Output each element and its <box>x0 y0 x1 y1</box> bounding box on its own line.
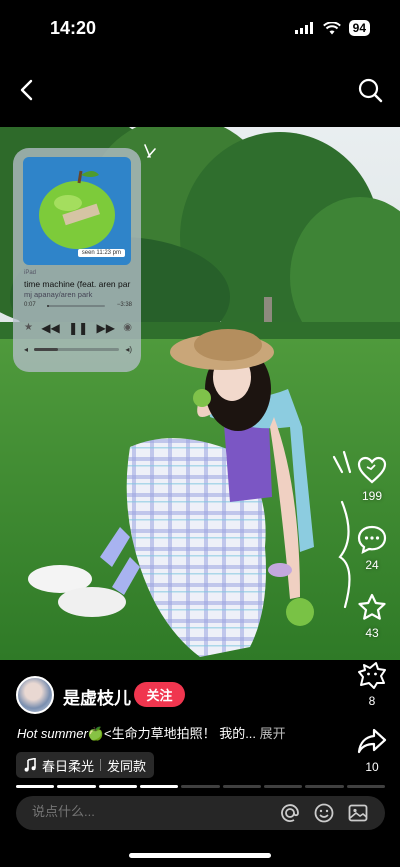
time-remaining: −3:38 <box>116 302 132 308</box>
use-same-template[interactable]: 发同款 <box>107 756 146 775</box>
rewind-icon[interactable]: ◀◀ <box>41 320 59 336</box>
author-avatar[interactable] <box>16 676 54 714</box>
sticker-icon[interactable] <box>356 660 388 690</box>
collect-count: 8 <box>368 694 376 708</box>
follow-button[interactable]: 关注 <box>134 682 185 707</box>
volume-low-icon: ◂ <box>24 345 29 354</box>
track-progress-bar[interactable] <box>47 305 105 307</box>
expand-link[interactable]: 展开 <box>260 726 286 741</box>
star-outline-icon[interactable] <box>356 592 388 622</box>
status-bar: 14:20 94 <box>0 0 400 56</box>
volume-track[interactable] <box>34 348 120 351</box>
page-dot <box>263 785 303 788</box>
page-dot <box>57 785 96 788</box>
author-name[interactable]: 是虚枝儿 <box>63 684 131 709</box>
share-count: 10 <box>365 760 379 774</box>
page-dot <box>181 785 220 788</box>
page-dot <box>139 785 179 788</box>
track-title: time machine (feat. aren par <box>24 279 131 289</box>
wifi-icon <box>322 21 341 34</box>
share-arrow-icon[interactable] <box>356 726 388 756</box>
star-icon[interactable]: ★ <box>24 320 33 336</box>
volume-fill <box>34 348 58 351</box>
time-elapsed: 0:07 <box>24 302 36 308</box>
mention-icon[interactable] <box>279 802 301 824</box>
top-nav <box>0 70 400 110</box>
emoji-icon[interactable] <box>313 802 335 824</box>
search-icon[interactable] <box>356 76 384 104</box>
like-count: 199 <box>361 489 383 503</box>
fast-forward-icon[interactable]: ▶▶ <box>96 320 114 336</box>
comment-action[interactable]: 24 <box>352 524 392 572</box>
comment-icon[interactable] <box>356 524 388 554</box>
heart-icon[interactable] <box>356 455 388 485</box>
like-action[interactable]: 199 <box>352 455 392 503</box>
album-art: seen 11:23 pm <box>23 157 131 265</box>
share-action[interactable]: 10 <box>352 726 392 774</box>
signal-icon <box>294 22 313 34</box>
post-caption[interactable]: Hot summer🍏<生命力草地拍照！ 我的... 展开 <box>17 723 337 742</box>
page-dot <box>305 785 344 788</box>
pause-icon[interactable]: ❚❚ <box>68 320 88 336</box>
template-name: 春日柔光 <box>42 758 95 774</box>
playback-controls: ★ ◀◀ ❚❚ ▶▶ ◉ <box>24 320 132 336</box>
caption-text: <生命力草地拍照！ 我的... <box>103 726 257 741</box>
status-icons: 94 <box>294 20 370 36</box>
music-widget[interactable]: seen 11:23 pm iPad time machine (feat. a… <box>13 148 141 372</box>
track-artist: mj apanay/aren park <box>24 290 93 299</box>
track-device: iPad <box>24 270 37 276</box>
battery-indicator: 94 <box>348 20 370 36</box>
track-progress-fill <box>47 305 49 307</box>
tag-divider <box>100 759 102 771</box>
image-page-indicator <box>16 785 385 788</box>
airplay-icon[interactable]: ◉ <box>123 320 132 336</box>
favorite-count: 43 <box>365 626 379 640</box>
apple-emoji-icon: 🍏 <box>87 726 104 741</box>
page-dot <box>98 785 137 788</box>
collect-action[interactable]: 8 <box>352 660 392 708</box>
music-note-icon <box>24 758 36 772</box>
image-icon[interactable] <box>347 802 369 824</box>
page-dot <box>222 785 261 788</box>
page-dot <box>346 785 385 788</box>
home-indicator <box>129 853 271 858</box>
favorite-action[interactable]: 43 <box>352 592 392 640</box>
page-dot <box>16 785 55 788</box>
comment-input[interactable] <box>32 804 232 819</box>
caption-english: Hot summer <box>17 726 88 741</box>
comment-count: 24 <box>365 558 379 572</box>
back-icon[interactable] <box>14 76 42 104</box>
comment-bar <box>16 796 385 830</box>
seen-timestamp: seen 11:23 pm <box>77 249 125 257</box>
volume-high-icon: ◂) <box>125 345 132 354</box>
volume-slider[interactable]: ◂ ◂) <box>24 345 132 354</box>
template-tag-chip[interactable]: 春日柔光 发同款 <box>16 752 155 778</box>
status-time: 14:20 <box>50 18 97 38</box>
